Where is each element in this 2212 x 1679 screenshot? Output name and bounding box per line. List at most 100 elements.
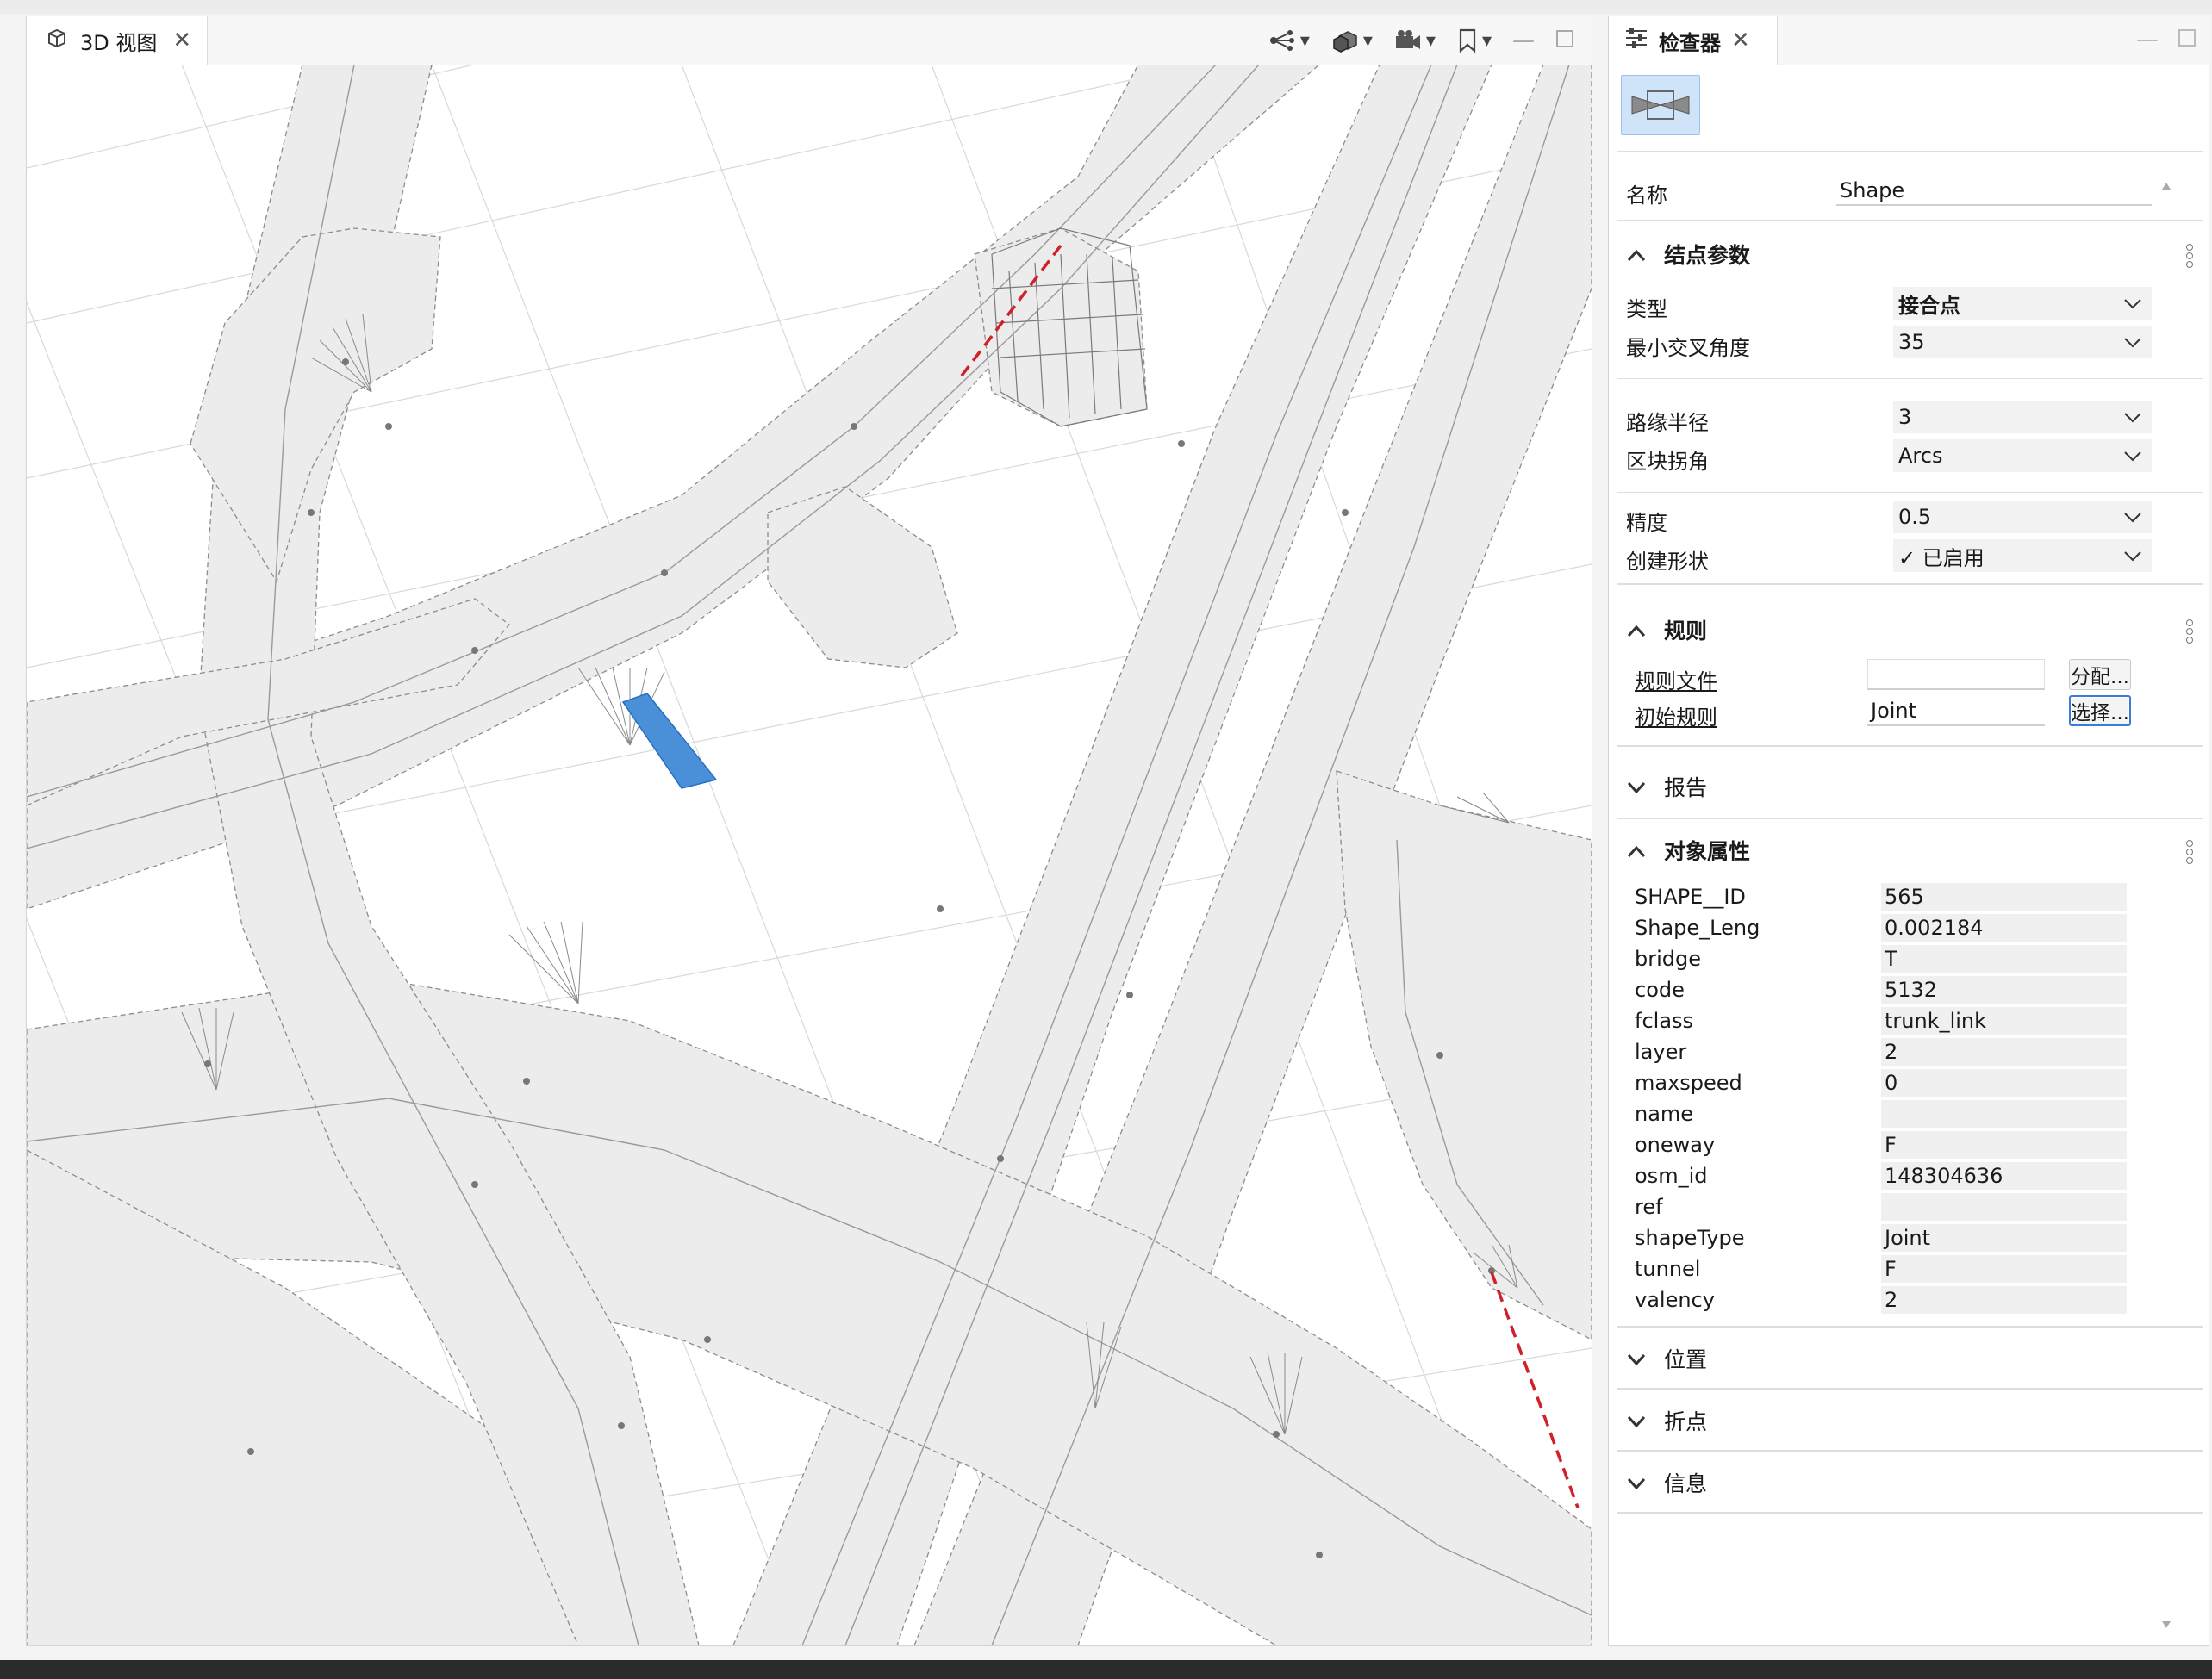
attribute-value[interactable]: T [1881,945,2127,973]
attribute-value[interactable]: 2 [1881,1038,2127,1066]
chevron-down-icon [1626,1408,1647,1433]
attribute-value[interactable] [1881,1100,2127,1128]
3d-viewport-canvas[interactable] [27,65,1592,1645]
attribute-key: name [1635,1102,1694,1126]
attribute-value[interactable]: 565 [1881,883,2127,911]
3d-view-panel: 3D 视图 ✕ ▾ ▾ ▾ ▾ — [26,16,1592,1646]
divider [1617,583,2203,585]
block-corner-select[interactable]: Arcs [1893,439,2152,472]
attribute-key: osm_id [1635,1164,1708,1188]
name-field[interactable]: Shape [1836,175,2152,206]
section-node-params-header[interactable]: 结点参数 [1626,239,1750,270]
bookmark-icon [1456,28,1479,53]
bookmark-button[interactable]: ▾ [1456,28,1492,53]
tab-label: 3D 视图 [80,30,158,55]
attribute-key: layer [1635,1040,1687,1064]
attribute-value[interactable]: F [1881,1255,2127,1283]
chevron-down-icon: ▾ [1481,29,1492,52]
min-angle-select[interactable]: 35 [1893,326,2152,358]
maximize-icon[interactable] [1555,29,1574,52]
precision-value: 0.5 [1898,505,1932,529]
start-rule-link[interactable]: 初始规则 [1635,700,1717,731]
attribute-value[interactable]: 148304636 [1881,1162,2127,1190]
divider [1617,1326,2203,1328]
more-options-icon[interactable] [2186,242,2193,270]
minimize-icon[interactable]: — [1512,28,1535,53]
select-button[interactable]: 选择... [2069,695,2131,726]
inspector-panel: 检查器 ✕ — 名称 Shape 结点参数 类型 接合点 最小交叉角度 35 路… [1608,16,2209,1646]
attribute-key: bridge [1635,947,1702,971]
close-icon[interactable]: ✕ [1731,28,1750,53]
divider [1617,492,2203,493]
tab-3d-view[interactable]: 3D 视图 ✕ [27,16,208,65]
section-reports-header[interactable]: 报告 [1626,771,1707,802]
attribute-value[interactable]: F [1881,1131,2127,1159]
section-title: 结点参数 [1664,243,1751,268]
taskbar-strip [0,1660,2212,1679]
block-corner-label: 区块拐角 [1626,450,1709,474]
attribute-value[interactable]: 0 [1881,1069,2127,1097]
type-label: 类型 [1626,297,1667,321]
section-title: 信息 [1664,1471,1708,1496]
chevron-down-icon [1626,1471,1647,1496]
tab-inspector[interactable]: 检查器 ✕ [1609,16,1778,65]
divider [1617,1512,2203,1514]
attribute-value[interactable]: Joint [1881,1224,2127,1252]
scrollbar[interactable] [2159,177,2173,1633]
min-angle-value: 35 [1898,330,1925,354]
camera-icon [1393,28,1423,53]
curb-radius-select[interactable]: 3 [1893,401,2152,433]
chevron-down-icon [2122,407,2143,431]
attribute-key: SHAPE__ID [1635,885,1746,909]
view-tab-bar: 3D 视图 ✕ ▾ ▾ ▾ ▾ — [27,16,1592,65]
attribute-value[interactable]: trunk_link [1881,1007,2127,1035]
section-position-header[interactable]: 位置 [1626,1343,1707,1374]
attribute-value[interactable]: 2 [1881,1286,2127,1314]
chevron-down-icon [1626,774,1647,799]
maximize-icon[interactable] [2178,28,2196,51]
section-title: 对象属性 [1664,839,1751,864]
chevron-down-icon: ▾ [1299,29,1310,52]
road-network-scene [27,65,1592,1645]
attribute-key: tunnel [1635,1257,1701,1281]
chevron-down-icon [2122,545,2143,569]
attribute-key: shapeType [1635,1226,1745,1250]
min-angle-label: 最小交叉角度 [1626,336,1750,360]
section-object-attributes-header[interactable]: 对象属性 [1626,835,1750,866]
rule-file-field[interactable] [1867,659,2045,690]
layers-button[interactable]: ▾ [1330,28,1373,53]
navigation-icon [1268,28,1297,53]
shape-thumbnail[interactable] [1621,75,1700,135]
type-select[interactable]: 接合点 [1893,287,2152,320]
name-label: 名称 [1626,183,1667,208]
attribute-value[interactable]: 5132 [1881,976,2127,1004]
rule-file-link[interactable]: 规则文件 [1635,664,1717,694]
section-title: 位置 [1664,1347,1708,1372]
attribute-value[interactable]: 0.002184 [1881,914,2127,942]
divider [1617,378,2203,379]
more-options-icon[interactable] [2186,618,2193,645]
type-value: 接合点 [1898,293,1960,318]
curb-radius-label: 路缘半径 [1626,411,1709,435]
chevron-down-icon [2122,332,2143,356]
chevron-down-icon [2122,507,2143,531]
section-rules-header[interactable]: 规则 [1626,614,1707,645]
navigation-button[interactable]: ▾ [1268,28,1310,53]
view-toolbar: ▾ ▾ ▾ ▾ — [1268,23,1574,58]
section-vertices-header[interactable]: 折点 [1626,1405,1707,1436]
close-icon[interactable]: ✕ [172,28,191,53]
minimize-icon[interactable]: — [2136,27,2159,53]
top-toolbar-strip [0,0,2212,14]
attribute-value[interactable] [1881,1193,2127,1221]
create-shape-select[interactable]: ✓ 已启用 [1893,539,2152,572]
precision-select[interactable]: 0.5 [1893,501,2152,533]
attribute-key: code [1635,978,1685,1002]
attribute-key: maxspeed [1635,1071,1742,1095]
assign-button[interactable]: 分配... [2069,659,2131,690]
attribute-key: oneway [1635,1133,1716,1157]
start-rule-field[interactable]: Joint [1867,695,2045,726]
attribute-key: ref [1635,1195,1663,1219]
camera-button[interactable]: ▾ [1393,28,1436,53]
more-options-icon[interactable] [2186,838,2193,866]
section-info-header[interactable]: 信息 [1626,1467,1707,1498]
